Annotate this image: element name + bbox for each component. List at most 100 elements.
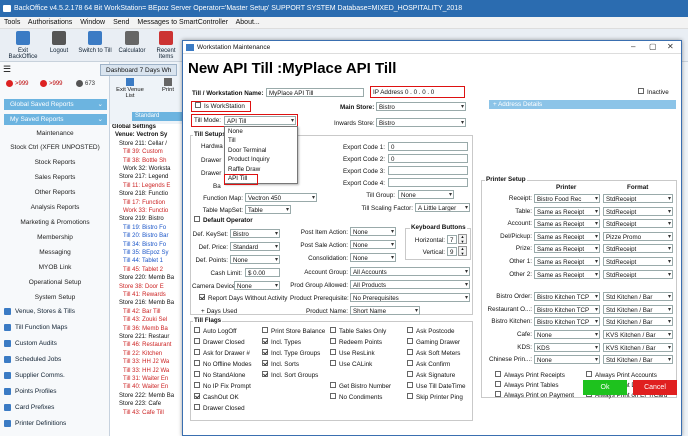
till-flag-checkbox[interactable]: Ask Confirm [407,360,450,368]
till-flag-checkbox[interactable]: Incl. Types [262,338,301,346]
till-flag-checkbox[interactable]: Use ResLink [330,349,375,357]
tree-node[interactable]: Till 41: Rewards [123,292,166,298]
recent-items-button[interactable]: Recent Items [150,31,182,60]
my-saved-reports-button[interactable]: My Saved Reports ⌄ [4,114,107,125]
nav-membership[interactable]: Membership [0,234,110,241]
report-days-checkbox[interactable]: Report Days Without Activity [199,294,287,302]
printer-select[interactable]: Same as Receipt ▾ [534,219,600,229]
print-flag-checkbox[interactable]: Always Print Tables [495,381,558,389]
format-select[interactable]: StdReceipt ▾ [603,206,673,216]
tree-node[interactable]: Till 33: HH J2 Wa [123,359,169,365]
nav-printer-definitions[interactable]: Printer Definitions [4,420,66,427]
switch-to-till-button[interactable]: Switch to Till [76,31,114,54]
printer-select[interactable]: None ▾ [534,330,600,339]
hamburger-icon[interactable]: ☰ [3,64,11,75]
def-points-select[interactable]: None ▾ [230,255,280,264]
format-select[interactable]: Pizze Promo ▾ [603,231,673,241]
till-flag-checkbox[interactable]: No StandAlone [194,371,245,379]
inwards-store-select[interactable]: Bistro ▾ [376,118,466,127]
export-code-4-input[interactable] [388,178,468,187]
tree-node[interactable]: Till 40: Waiter En [123,384,168,390]
alert-badge-1[interactable]: >999 [6,80,29,87]
standard-button[interactable]: Standard [132,112,182,121]
till-flag-checkbox[interactable]: Drawer Closed [194,338,245,346]
nav-system-setup[interactable]: System Setup [0,294,110,301]
till-flag-checkbox[interactable]: Table Sales Only [330,327,386,335]
alert-badge-3[interactable]: 673 [76,80,95,87]
prod-group-select[interactable]: All Products ▾ [350,280,470,289]
till-flag-checkbox[interactable]: Get Bistro Number [330,382,391,390]
print-flag-checkbox[interactable]: Always Print Accounts [586,371,657,379]
cancel-button[interactable]: Cancel [633,380,677,395]
tree-node[interactable]: Store 38: Door E [119,284,164,290]
tree-node[interactable]: Till 20: Bistro Bar [123,233,168,239]
vertical-spinner[interactable]: ▲ ▼ [458,246,467,256]
printer-select[interactable]: KDS ▾ [534,342,600,352]
nav-stock-reports[interactable]: Stock Reports [0,159,110,166]
till-mode-option-none[interactable]: None [225,127,297,136]
tree-node[interactable]: Store 220: Memb Ba [119,275,174,281]
till-flag-checkbox[interactable]: No Condiments [330,393,382,401]
tree-node[interactable]: Store 216: Memb Ba [119,300,174,306]
format-select[interactable]: StdReceipt ▾ [603,257,673,266]
tree-node[interactable]: Till 22: Kitchen [123,351,162,357]
till-flag-checkbox[interactable]: Gaming Drawer [407,338,460,346]
till-flag-checkbox[interactable]: Auto LogOff [194,327,237,335]
nav-analysis-reports[interactable]: Analysis Reports [0,204,110,211]
menu-messages[interactable]: Messages to SmartController [137,19,228,26]
format-select[interactable]: Std Kitchen / Bar ▾ [603,317,673,327]
till-mode-option-till[interactable]: Till [225,136,297,145]
format-select[interactable]: Std Kitchen / Bar ▾ [603,304,673,314]
till-flag-checkbox[interactable]: Print Store Balance [262,327,325,335]
till-group-select[interactable]: None ▾ [398,190,454,199]
tree-node[interactable]: Store 217: Legend [119,174,168,180]
export-code-1-input[interactable]: 0 [388,142,468,151]
till-name-input[interactable]: MyPlace API Till [266,88,364,97]
days-used-label[interactable]: + Days Used [201,308,237,315]
nav-messaging[interactable]: Messaging [0,249,110,256]
till-mode-option-door-terminal[interactable]: Door Terminal [225,146,297,155]
till-flag-checkbox[interactable]: Incl. Sort Groups [262,371,318,379]
nav-sales-reports[interactable]: Sales Reports [0,174,110,181]
maximize-icon[interactable]: ▢ [649,42,657,51]
nav-till-function-maps[interactable]: Till Function Maps [4,324,68,331]
horizontal-spinner[interactable]: ▲ ▼ [458,234,467,244]
close-icon[interactable]: ✕ [667,42,674,51]
nav-supplier-comms[interactable]: Supplier Comms. [4,372,65,379]
tree-node[interactable]: Work 32: Worksta [123,166,170,172]
till-flag-checkbox[interactable]: Use CALink [330,360,372,368]
export-code-2-input[interactable]: 0 [388,154,468,163]
product-prerequisite-select[interactable]: No Prerequisites ▾ [350,293,470,302]
tree-node[interactable]: Store 222: Memb Ba [119,393,174,399]
till-flag-checkbox[interactable]: Incl. Sorts [262,360,299,368]
post-item-action-select[interactable]: None ▾ [350,227,396,236]
tree-node[interactable]: Till 35: BEpoz Sy [123,250,168,256]
nav-myob-link[interactable]: MYOB Link [0,264,110,271]
printer-select[interactable]: None ▾ [534,355,600,365]
tree-node[interactable]: Till 39: Custom [123,149,163,155]
tree-node[interactable]: Till 43: Cafe Till [123,410,164,416]
minimize-icon[interactable]: – [631,42,635,51]
tree-node[interactable]: Till 33: HH J2 Wa [123,368,169,374]
till-flag-checkbox[interactable]: Use Till DateTime [407,382,465,390]
format-select[interactable]: Std Kitchen / Bar ▾ [603,292,673,302]
tree-node[interactable]: Till 36: Memb Ba [123,326,168,332]
menu-window[interactable]: Window [80,19,105,26]
exit-backoffice-button[interactable]: Exit BackOffice [4,31,42,60]
table-mapset-select[interactable]: Table ▾ [245,205,291,214]
post-sale-action-select[interactable]: None ▾ [350,240,396,249]
tree-node[interactable]: Till 31: Waiter En [123,376,168,382]
menu-about[interactable]: About... [236,19,260,26]
inactive-checkbox[interactable]: Inactive [638,88,669,96]
nav-stock-ctrl[interactable]: Stock Ctrl (XFER UNPOSTED) [0,144,110,151]
nav-points-profiles[interactable]: Points Profiles [4,388,57,395]
tree-node[interactable]: Till 45: Tablet 2 [123,267,163,273]
till-scaling-select[interactable]: A Little Larger ▾ [415,203,470,212]
tree-node[interactable]: Store 219: Bistro [119,216,164,222]
till-flag-checkbox[interactable]: No Offline Modes [194,360,252,368]
menu-tools[interactable]: Tools [4,19,20,26]
printer-select[interactable]: Bistro Kitchen TCP ▾ [534,317,600,327]
ip-address-input[interactable]: 0 . 0 . 0 . 0 [403,88,461,97]
tab-dashboard[interactable]: Dashboard 7 Days Wh [100,64,178,76]
till-flag-checkbox[interactable]: Ask Postcode [407,327,455,335]
